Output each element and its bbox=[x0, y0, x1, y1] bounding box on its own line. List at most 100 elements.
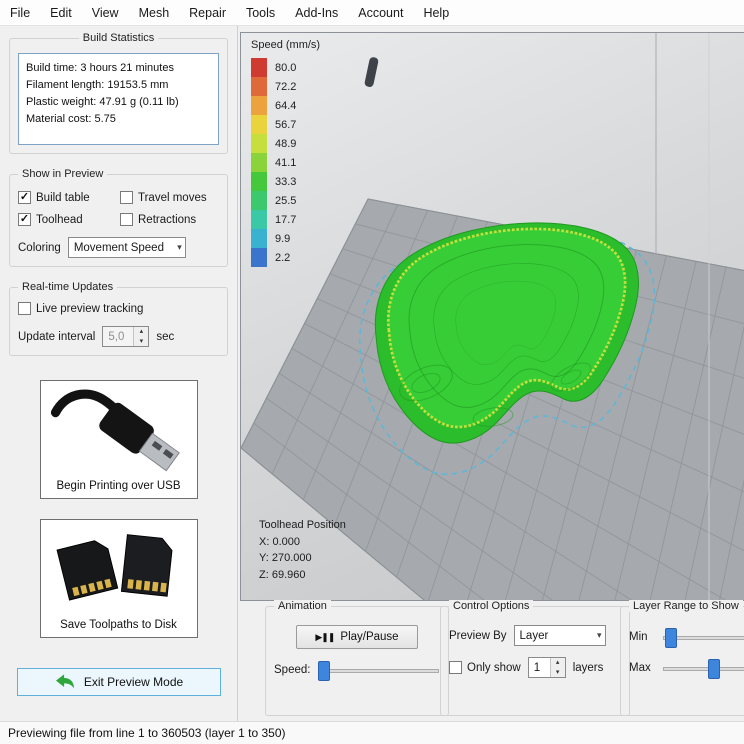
usb-cable-image bbox=[50, 389, 180, 472]
play-pause-button[interactable]: ▶❚❚ Play/Pause bbox=[296, 625, 418, 649]
legend-value: 2.2 bbox=[275, 251, 291, 264]
only-show-checkbox[interactable]: ✓ Only show bbox=[449, 661, 521, 674]
preview-sidebar: Build Statistics Build time: 3 hours 21 … bbox=[0, 26, 238, 722]
checkbox-box: ✓ bbox=[120, 213, 133, 226]
checkbox-build-table[interactable]: ✓ Build table bbox=[18, 191, 118, 204]
legend-color-swatch bbox=[251, 96, 267, 115]
coloring-label: Coloring bbox=[18, 241, 61, 254]
preview-by-label: Preview By bbox=[449, 629, 507, 642]
update-interval-value: 5,0 bbox=[108, 330, 125, 343]
preview-by-select[interactable]: Layer ▾ bbox=[513, 625, 606, 646]
checkbox-label: Retractions bbox=[138, 213, 197, 226]
spin-down-button[interactable]: ▾ bbox=[550, 667, 565, 677]
min-layer-slider[interactable] bbox=[662, 627, 744, 648]
slider-thumb[interactable] bbox=[318, 661, 331, 681]
checkbox-label: Toolhead bbox=[36, 213, 83, 226]
build-statistics-title: Build Statistics bbox=[78, 32, 159, 44]
legend-color-swatch bbox=[251, 229, 267, 248]
play-pause-label: Play/Pause bbox=[340, 631, 399, 643]
spin-down-button: ▾ bbox=[134, 336, 149, 346]
begin-printing-usb-button[interactable]: Begin Printing over USB bbox=[39, 380, 198, 499]
build-statistics-box: Build time: 3 hours 21 minutes Filament … bbox=[18, 53, 219, 145]
layer-range-title: Layer Range to Show bbox=[629, 600, 743, 612]
legend-value: 41.1 bbox=[275, 156, 297, 169]
animation-group: Animation ▶❚❚ Play/Pause Speed: bbox=[265, 600, 449, 716]
legend-value: 64.4 bbox=[275, 99, 297, 112]
spin-up-button: ▴ bbox=[134, 327, 149, 337]
chevron-down-icon: ▾ bbox=[597, 630, 602, 640]
status-bar: Previewing file from line 1 to 360503 (l… bbox=[0, 721, 744, 744]
update-interval-spinner: 5,0 ▴ ▾ bbox=[102, 326, 150, 347]
checkbox-box: ✓ bbox=[120, 191, 133, 204]
checkbox-toolhead[interactable]: ✓ Toolhead bbox=[18, 213, 118, 226]
coloring-select[interactable]: Movement Speed ▾ bbox=[67, 237, 186, 258]
menu-help[interactable]: Help bbox=[413, 2, 459, 24]
layer-range-group: Layer Range to Show Min Max bbox=[620, 600, 744, 716]
menu-view[interactable]: View bbox=[82, 2, 129, 24]
only-show-layers-value: 1 bbox=[533, 661, 541, 674]
menu-repair[interactable]: Repair bbox=[179, 2, 236, 24]
toolhead-position-readout: Toolhead Position X: 0.000 Y: 270.000 Z:… bbox=[259, 517, 346, 583]
checkbox-label: Travel moves bbox=[138, 191, 207, 204]
menu-add-ins[interactable]: Add-Ins bbox=[285, 2, 348, 24]
checkbox-travel-moves[interactable]: ✓ Travel moves bbox=[120, 191, 219, 204]
checkbox-live-preview-tracking[interactable]: ✓ Live preview tracking bbox=[18, 302, 219, 315]
speed-label: Speed: bbox=[274, 664, 311, 676]
show-in-preview-title: Show in Preview bbox=[18, 168, 108, 180]
layers-label: layers bbox=[572, 661, 604, 674]
legend-value: 56.7 bbox=[275, 118, 297, 131]
checkbox-box: ✓ bbox=[18, 191, 31, 204]
preview-by-value: Layer bbox=[519, 629, 549, 642]
checkbox-label: Build table bbox=[36, 191, 90, 204]
green-return-arrow-icon bbox=[55, 674, 74, 689]
only-show-layers-spinner[interactable]: 1 ▴ ▾ bbox=[527, 657, 566, 678]
checkbox-box: ✓ bbox=[18, 302, 31, 315]
stat-filament-length: Filament length: 19153.5 mm bbox=[26, 79, 169, 92]
preview-3d-viewport[interactable]: Speed (mm/s) 80.0 72.2 64.4 56.7 48.9 41… bbox=[240, 32, 744, 601]
menu-mesh[interactable]: Mesh bbox=[129, 2, 180, 24]
menu-bar: File Edit View Mesh Repair Tools Add-Ins… bbox=[0, 0, 744, 26]
slider-track bbox=[318, 669, 439, 673]
speed-legend: Speed (mm/s) 80.0 72.2 64.4 56.7 48.9 41… bbox=[251, 39, 320, 267]
max-layer-slider[interactable] bbox=[662, 658, 744, 679]
legend-value: 9.9 bbox=[275, 232, 291, 245]
legend-value: 80.0 bbox=[275, 61, 297, 74]
legend-color-swatch bbox=[251, 134, 267, 153]
legend-color-swatch bbox=[251, 248, 267, 267]
menu-tools[interactable]: Tools bbox=[236, 2, 285, 24]
max-label: Max bbox=[629, 662, 651, 674]
legend-color-swatch bbox=[251, 77, 267, 96]
legend-value: 17.7 bbox=[275, 213, 297, 226]
status-text: Previewing file from line 1 to 360503 (l… bbox=[8, 726, 286, 740]
menu-edit[interactable]: Edit bbox=[40, 2, 82, 24]
control-options-title: Control Options bbox=[449, 600, 534, 612]
checkmark-icon: ✓ bbox=[19, 191, 30, 203]
animation-speed-slider[interactable] bbox=[317, 660, 440, 681]
animation-title: Animation bbox=[274, 600, 331, 612]
checkbox-box: ✓ bbox=[449, 661, 462, 674]
save-toolpaths-disk-button[interactable]: Save Toolpaths to Disk bbox=[39, 519, 198, 638]
usb-button-caption: Begin Printing over USB bbox=[56, 480, 181, 492]
sd-cards-image bbox=[55, 534, 172, 601]
slider-thumb[interactable] bbox=[708, 659, 720, 679]
build-statistics-group: Build Statistics Build time: 3 hours 21 … bbox=[9, 32, 228, 154]
checkbox-retractions[interactable]: ✓ Retractions bbox=[120, 213, 219, 226]
spin-up-button[interactable]: ▴ bbox=[550, 658, 565, 668]
exit-preview-mode-button[interactable]: Exit Preview Mode bbox=[16, 668, 221, 696]
stat-material-cost: Material cost: 5.75 bbox=[26, 113, 116, 126]
checkbox-box: ✓ bbox=[18, 213, 31, 226]
menu-account[interactable]: Account bbox=[348, 2, 413, 24]
coloring-value: Movement Speed bbox=[73, 241, 164, 254]
toolhead-position-x: X: 0.000 bbox=[259, 535, 300, 548]
realtime-updates-title: Real-time Updates bbox=[18, 281, 118, 293]
legend-color-swatch bbox=[251, 153, 267, 172]
show-in-preview-group: Show in Preview ✓ Build table ✓ Travel m… bbox=[9, 168, 228, 267]
toolhead-position-title: Toolhead Position bbox=[259, 519, 346, 531]
stat-build-time: Build time: 3 hours 21 minutes bbox=[26, 62, 174, 74]
speed-legend-title: Speed (mm/s) bbox=[251, 39, 321, 51]
toolhead-marker bbox=[364, 57, 379, 87]
menu-file[interactable]: File bbox=[0, 2, 40, 24]
checkbox-label: Live preview tracking bbox=[36, 302, 144, 315]
slider-thumb[interactable] bbox=[665, 628, 677, 648]
toolhead-position-z: Z: 69.960 bbox=[259, 568, 306, 581]
